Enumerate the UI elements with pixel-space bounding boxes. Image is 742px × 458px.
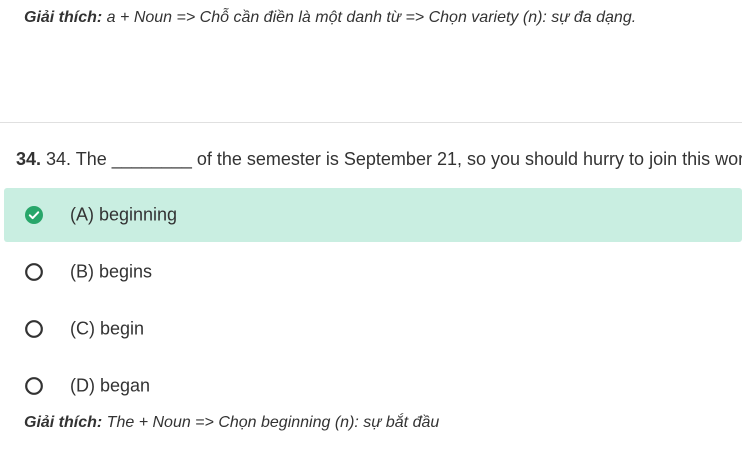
question-text: 34. 34. The ________ of the semester is … bbox=[16, 149, 742, 170]
option-c-label: (C) begin bbox=[70, 318, 145, 339]
option-a-label: (A) beginning bbox=[70, 204, 178, 225]
question-number: 34. bbox=[16, 149, 42, 169]
question-body: 34. The ________ of the semester is Sept… bbox=[41, 149, 742, 169]
option-d[interactable]: (D) began bbox=[4, 359, 742, 413]
explanation-text: a + Noun => Chỗ cần điền là một danh từ … bbox=[102, 9, 637, 26]
explanation-label: Giải thích: bbox=[24, 414, 103, 431]
question-divider bbox=[0, 122, 742, 123]
option-a[interactable]: (A) beginning bbox=[4, 188, 742, 242]
option-c[interactable]: (C) begin bbox=[4, 302, 742, 356]
previous-explanation: Giải thích: a + Noun => Chỗ cần điền là … bbox=[24, 9, 636, 27]
radio-circle-icon[interactable] bbox=[25, 377, 43, 395]
radio-circle-icon[interactable] bbox=[25, 263, 43, 281]
radio-circle-icon[interactable] bbox=[25, 320, 43, 338]
explanation-text: The + Noun => Chọn beginning (n): sự bắt… bbox=[102, 414, 440, 431]
option-b-label: (B) begins bbox=[70, 261, 153, 282]
option-b[interactable]: (B) begins bbox=[4, 245, 742, 299]
explanation-label: Giải thích: bbox=[24, 9, 103, 26]
check-circle-icon bbox=[25, 206, 43, 224]
answer-explanation: Giải thích: The + Noun => Chọn beginning… bbox=[24, 414, 439, 432]
quiz-page: Giải thích: a + Noun => Chỗ cần điền là … bbox=[0, 0, 742, 458]
option-d-label: (D) began bbox=[70, 375, 151, 396]
